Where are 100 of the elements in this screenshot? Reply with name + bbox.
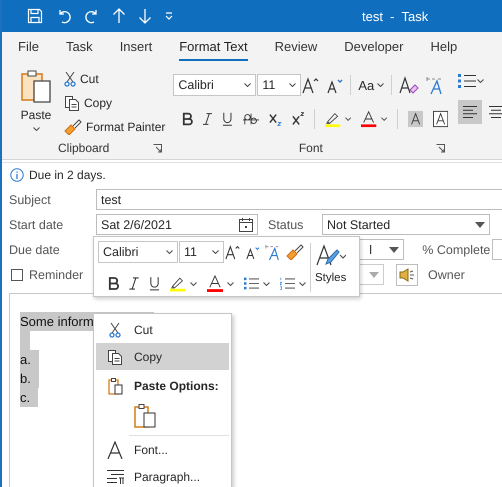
copy-icon <box>64 94 80 110</box>
font-color-icon[interactable] <box>361 110 377 128</box>
highlighter-icon[interactable] <box>170 275 186 292</box>
info-icon <box>10 168 24 182</box>
speaker-icon <box>399 268 415 282</box>
caret-icon <box>377 83 384 87</box>
grow-font-icon[interactable] <box>302 76 320 94</box>
align-left-button[interactable] <box>458 100 482 124</box>
styles-icon <box>316 244 346 266</box>
subject-field[interactable]: test <box>96 189 502 210</box>
caret-icon[interactable] <box>380 117 387 121</box>
superscript-icon[interactable] <box>292 111 304 127</box>
clear-formatting-icon[interactable] <box>399 76 420 94</box>
subscript-icon[interactable] <box>269 111 282 127</box>
clipboard-icon <box>20 69 52 103</box>
strikethrough-icon[interactable] <box>242 112 259 126</box>
paste-button[interactable]: Paste <box>14 69 58 137</box>
highlighter-icon[interactable] <box>325 110 342 128</box>
underline-icon[interactable] <box>149 276 160 291</box>
font-size-dropdown[interactable]: 11 <box>257 74 302 96</box>
reminder-checkbox[interactable] <box>11 268 23 280</box>
font-name-dropdown[interactable]: Calibri <box>173 74 256 96</box>
ribbon-tab[interactable]: Task <box>66 33 93 61</box>
clipboard-icon <box>108 378 122 394</box>
font-icon <box>107 440 123 458</box>
styles-button[interactable]: Styles <box>315 241 346 296</box>
window-title: test - Task <box>362 8 428 24</box>
group-label: Font <box>298 141 323 155</box>
bold-icon[interactable] <box>108 277 119 290</box>
dropdown-arrow-icon <box>369 272 379 278</box>
ribbon-tab[interactable]: Help <box>430 33 458 61</box>
font-name-dropdown[interactable]: Calibri <box>98 241 178 263</box>
text-effects-icon[interactable] <box>426 75 444 95</box>
caret-icon[interactable] <box>299 282 306 286</box>
copy-icon <box>107 348 123 364</box>
caret-icon[interactable] <box>263 282 270 286</box>
calendar-icon[interactable] <box>239 218 253 232</box>
numbering-icon[interactable] <box>280 277 295 290</box>
ribbon-tab[interactable]: File <box>18 33 39 61</box>
paintbrush-icon[interactable] <box>286 244 304 260</box>
percent-complete-field[interactable] <box>492 239 502 260</box>
checkbox-label: Reminder <box>29 268 84 282</box>
bullets-icon[interactable] <box>244 277 259 290</box>
menu-heading: Paste Options: <box>134 379 219 393</box>
save-icon[interactable] <box>27 8 43 24</box>
ribbon-tab[interactable]: Developer <box>344 33 404 61</box>
copy-button[interactable]: Copy <box>64 93 166 112</box>
scissors-icon <box>109 322 121 338</box>
format-painter-button[interactable]: Format Painter <box>64 117 166 136</box>
caret-icon <box>32 127 40 131</box>
list-item: b. <box>20 369 39 388</box>
info-message: Due in 2 days. <box>29 168 106 182</box>
paintbrush-icon <box>64 118 82 134</box>
clipboard-icon <box>134 404 156 428</box>
italic-icon[interactable] <box>129 277 139 290</box>
list-item: c. <box>20 388 38 407</box>
align-center-icon <box>489 106 502 118</box>
field-label: Start date <box>9 218 64 232</box>
status-dropdown[interactable]: Not Started <box>322 214 490 235</box>
field-label: Owner <box>427 268 466 282</box>
change-case-button[interactable]: Aa <box>358 78 384 92</box>
ribbon-tab[interactable]: Insert <box>120 33 152 61</box>
dialog-launcher-icon[interactable] <box>436 144 446 153</box>
menu-item[interactable]: Copy <box>96 343 229 370</box>
underline-icon[interactable] <box>222 111 233 127</box>
caret-icon[interactable] <box>190 282 197 286</box>
caret-icon <box>289 83 296 87</box>
field-label: Due date <box>9 242 61 256</box>
font-color-icon[interactable] <box>207 275 223 292</box>
down-arrow-icon[interactable] <box>138 8 152 24</box>
menu-item[interactable]: Font... <box>96 436 229 463</box>
caret-icon <box>244 83 252 87</box>
bold-icon[interactable] <box>182 112 194 126</box>
character-border-icon[interactable] <box>433 110 448 128</box>
text-effects-icon[interactable] <box>265 243 281 261</box>
customize-menu-icon[interactable] <box>164 12 174 20</box>
caret-icon[interactable] <box>345 117 352 121</box>
up-arrow-icon[interactable] <box>112 8 126 24</box>
priority-dropdown[interactable]: l <box>357 239 404 260</box>
dialog-launcher-icon[interactable] <box>153 144 162 153</box>
cut-button[interactable]: Cut <box>64 69 166 88</box>
italic-icon[interactable] <box>203 112 212 126</box>
ribbon-tab[interactable]: Review <box>274 33 318 61</box>
caret-icon[interactable] <box>227 282 234 286</box>
bullets-icon[interactable] <box>458 74 476 88</box>
paragraph-icon <box>106 470 124 484</box>
dropdown-arrow-icon <box>475 222 485 228</box>
keep-formatting-paste-button[interactable] <box>132 402 158 430</box>
font-size-dropdown[interactable]: 11 <box>179 241 224 263</box>
field-label: Status <box>267 218 304 232</box>
align-left-icon <box>463 106 478 118</box>
caret-icon[interactable] <box>477 79 484 83</box>
sound-button[interactable] <box>396 264 418 286</box>
menu-item[interactable]: Paragraph... <box>96 463 229 487</box>
field-label: Subject <box>9 192 52 206</box>
start-date-field[interactable]: Sat 2/6/2021 <box>96 214 258 235</box>
grow-font-icon[interactable] <box>225 244 241 260</box>
scissors-icon <box>64 70 76 86</box>
caret-icon <box>212 250 219 254</box>
character-shading-icon[interactable] <box>408 110 424 128</box>
